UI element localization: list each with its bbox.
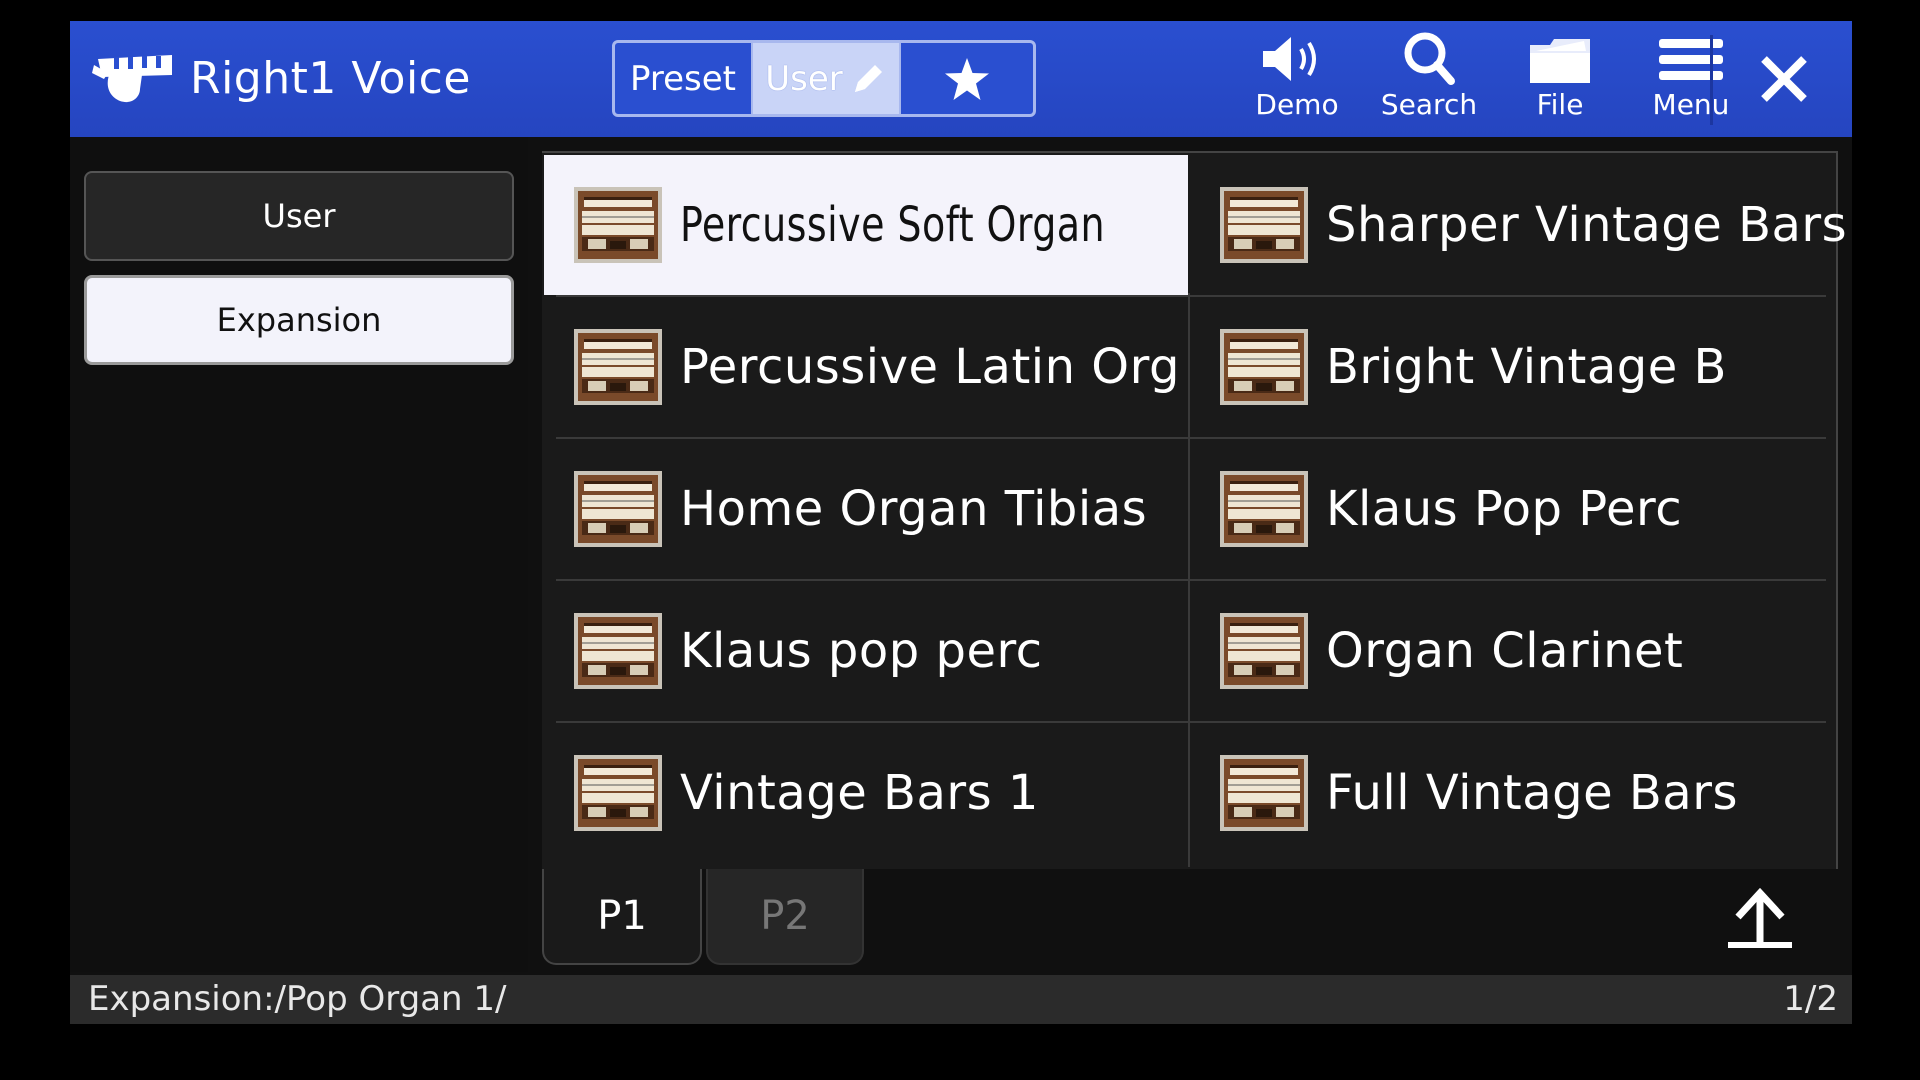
voice-name: Vintage Bars 1 bbox=[680, 765, 1039, 821]
tab-favorite[interactable] bbox=[899, 43, 1033, 114]
search-button[interactable]: Search bbox=[1369, 31, 1489, 131]
page-tab-p1[interactable]: P1 bbox=[542, 869, 702, 965]
organ-icon bbox=[1220, 755, 1308, 831]
voice-item[interactable]: Sharper Vintage Bars bbox=[1190, 155, 1847, 295]
keyboard-hand-icon bbox=[92, 55, 172, 103]
voice-name: Sharper Vintage Bars bbox=[1326, 197, 1848, 253]
organ-icon bbox=[574, 329, 662, 405]
hamburger-menu-icon bbox=[1659, 39, 1723, 80]
organ-icon bbox=[1220, 613, 1308, 689]
voice-item[interactable]: Vintage Bars 1 bbox=[544, 723, 1188, 863]
voice-item[interactable]: Bright Vintage B bbox=[1190, 297, 1834, 437]
organ-icon bbox=[574, 187, 662, 263]
pencil-icon bbox=[854, 64, 882, 92]
header-divider bbox=[1710, 35, 1713, 125]
up-folder-icon[interactable] bbox=[1720, 883, 1800, 953]
tab-user-label: User bbox=[765, 58, 843, 99]
organ-icon bbox=[574, 755, 662, 831]
status-bar: Expansion:/Pop Organ 1/ 1/2 bbox=[70, 975, 1852, 1024]
voice-name: Home Organ Tibias bbox=[680, 481, 1148, 537]
voice-name: Full Vintage Bars bbox=[1326, 765, 1738, 821]
close-button[interactable] bbox=[1744, 41, 1824, 117]
voice-item[interactable]: Percussive Soft Organ bbox=[544, 155, 1188, 295]
speaker-icon bbox=[1263, 37, 1316, 81]
search-icon bbox=[1404, 32, 1455, 85]
organ-icon bbox=[574, 471, 662, 547]
demo-button[interactable]: Demo bbox=[1237, 31, 1357, 131]
voice-source-tabs: Preset User bbox=[612, 40, 1036, 117]
category-panel: User Expansion bbox=[70, 137, 528, 972]
header-bar: Right1 Voice Preset User Demo Search Fil… bbox=[70, 21, 1852, 137]
menu-button[interactable]: Menu bbox=[1631, 31, 1751, 131]
organ-icon bbox=[1220, 187, 1308, 263]
voice-item[interactable]: Klaus Pop Perc bbox=[1190, 439, 1834, 579]
category-expansion-button[interactable]: Expansion bbox=[84, 275, 514, 365]
star-icon bbox=[945, 57, 989, 100]
file-label: File bbox=[1536, 88, 1584, 121]
demo-label: Demo bbox=[1255, 88, 1339, 121]
column-divider bbox=[1188, 293, 1190, 867]
voice-name: Klaus pop perc bbox=[680, 623, 1043, 679]
organ-icon bbox=[1220, 471, 1308, 547]
voice-item[interactable]: Percussive Latin Org bbox=[544, 297, 1188, 437]
voice-item[interactable]: Full Vintage Bars bbox=[1190, 723, 1834, 863]
menu-label: Menu bbox=[1652, 88, 1730, 121]
voice-item[interactable]: Klaus pop perc bbox=[544, 581, 1188, 721]
voice-item[interactable]: Organ Clarinet bbox=[1190, 581, 1834, 721]
voice-name: Klaus Pop Perc bbox=[1326, 481, 1683, 537]
voice-name: Bright Vintage B bbox=[1326, 339, 1727, 395]
voice-list: Percussive Soft Organ Sharper Vintage Ba… bbox=[542, 151, 1847, 869]
tab-user[interactable]: User bbox=[753, 43, 899, 114]
current-path: Expansion:/Pop Organ 1/ bbox=[88, 979, 507, 1019]
voice-name: Percussive Latin Org bbox=[680, 339, 1180, 395]
page-title: Right1 Voice bbox=[190, 53, 471, 104]
voice-name: Percussive Soft Organ bbox=[680, 197, 1106, 253]
voice-item[interactable]: Home Organ Tibias bbox=[544, 439, 1188, 579]
tab-preset[interactable]: Preset bbox=[615, 43, 753, 114]
voice-name: Organ Clarinet bbox=[1326, 623, 1684, 679]
page-tab-p2[interactable]: P2 bbox=[706, 869, 864, 965]
folder-icon bbox=[1530, 39, 1590, 83]
page-indicator: 1/2 bbox=[1783, 979, 1838, 1019]
voice-selector-screen: Right1 Voice Preset User Demo Search Fil… bbox=[70, 21, 1852, 1024]
file-button[interactable]: File bbox=[1500, 31, 1620, 131]
organ-icon bbox=[574, 613, 662, 689]
search-label: Search bbox=[1380, 88, 1478, 121]
organ-icon bbox=[1220, 329, 1308, 405]
category-user-button[interactable]: User bbox=[84, 171, 514, 261]
close-icon bbox=[1761, 56, 1807, 102]
